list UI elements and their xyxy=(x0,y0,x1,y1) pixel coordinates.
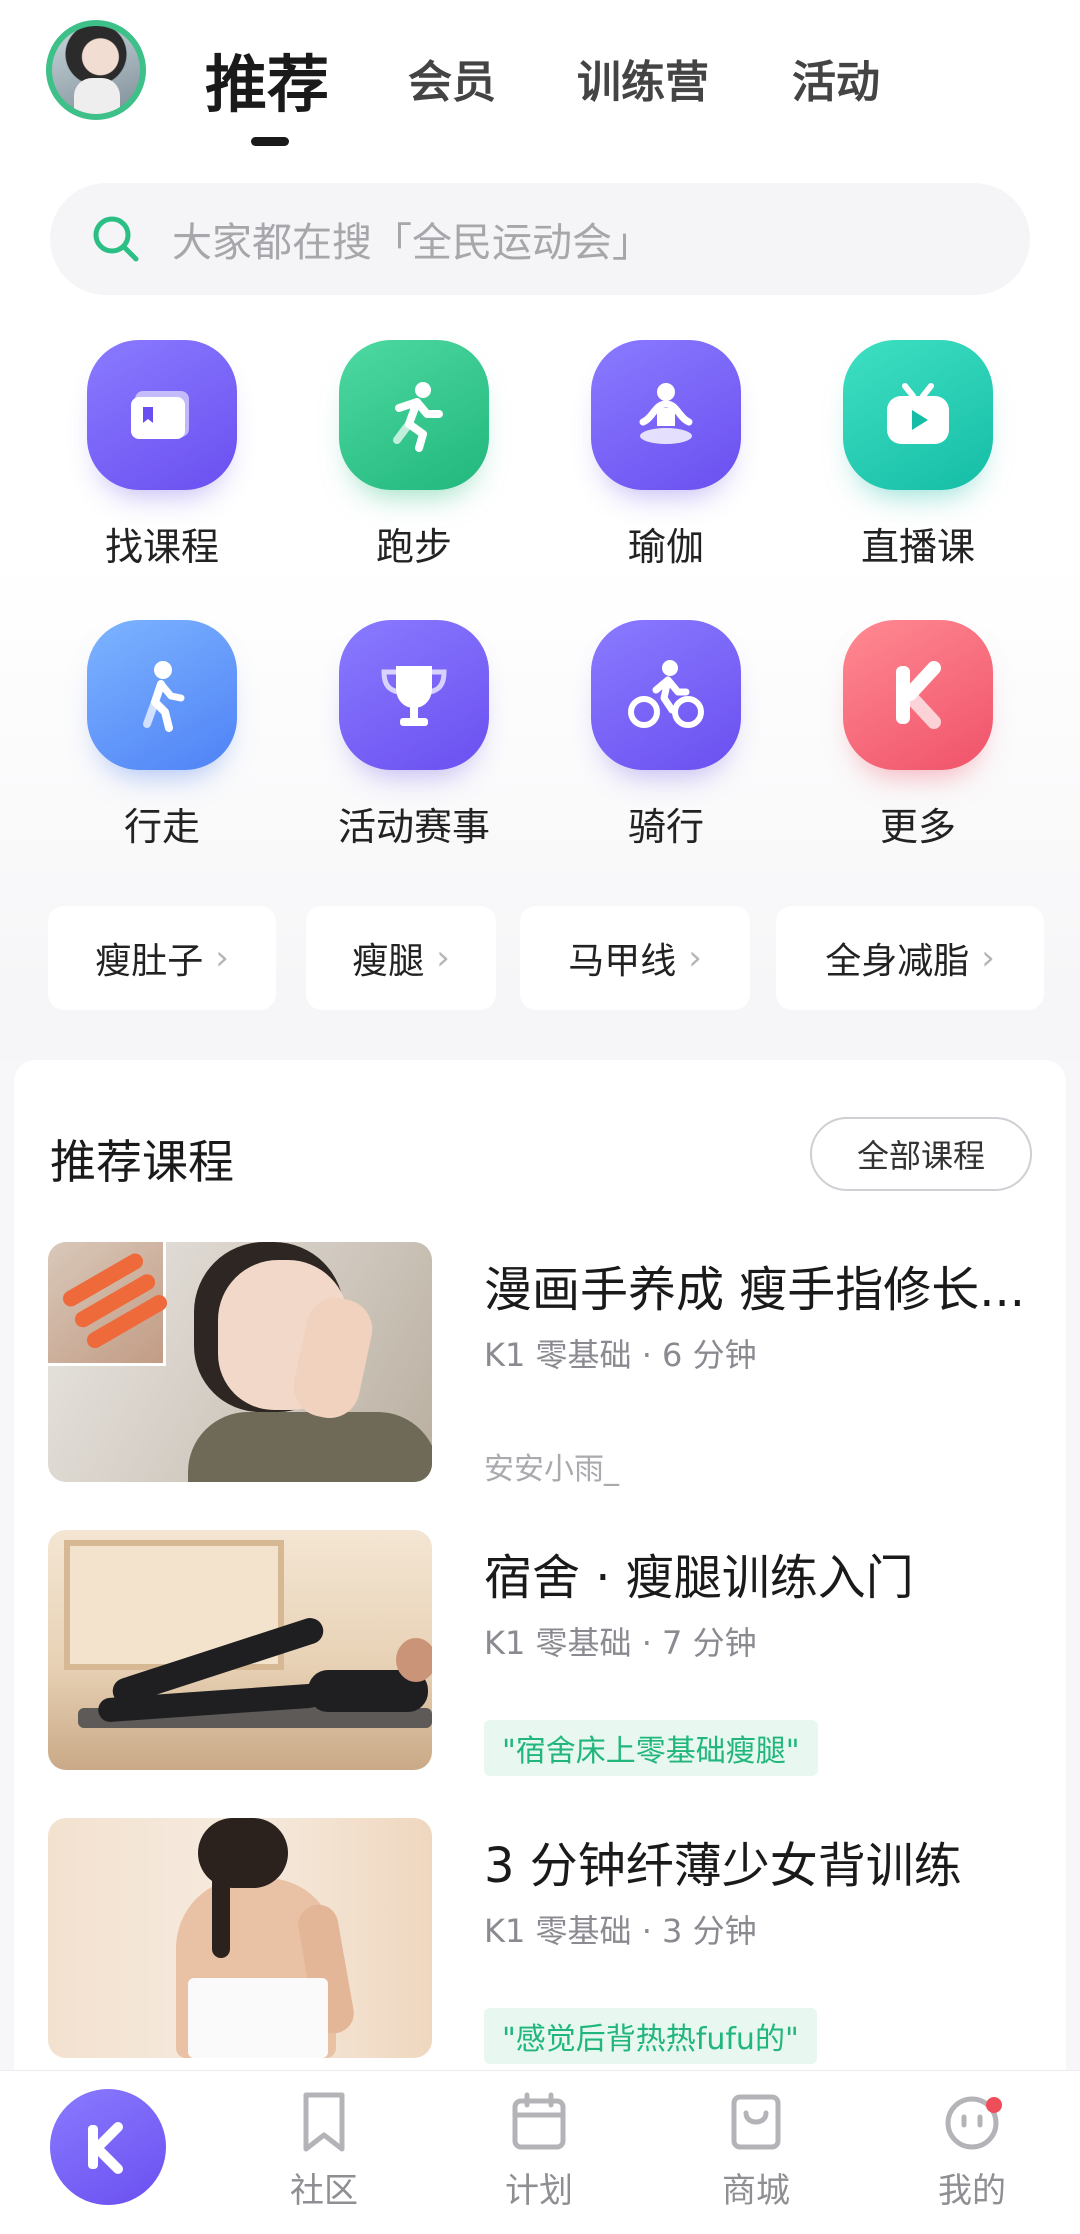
nav-plan[interactable]: 计划 xyxy=(469,2091,609,2212)
nav-label: 计划 xyxy=(505,2171,573,2211)
nav-profile[interactable]: 我的 xyxy=(902,2091,1042,2212)
course-card[interactable]: 漫画手养成 瘦手指修长... K1 零基础 · 6 分钟 安安小雨_ xyxy=(48,1242,1058,1487)
course-tag: "感觉后背热热fufu的" xyxy=(484,2008,817,2064)
chip-abs-line[interactable]: 马甲线 › xyxy=(520,906,750,1010)
course-title: 漫画手养成 瘦手指修长... xyxy=(484,1262,1026,1318)
cycling-icon xyxy=(591,620,741,770)
category-label: 瑜伽 xyxy=(627,525,704,569)
tab-activities[interactable]: 活动 xyxy=(792,46,880,110)
chip-label: 全身减脂 xyxy=(825,941,970,982)
category-label: 直播课 xyxy=(860,525,975,569)
chip-label: 瘦肚子 xyxy=(95,941,204,982)
category-label: 找课程 xyxy=(104,525,219,569)
chevron-right-icon: › xyxy=(688,938,702,978)
active-tab-indicator xyxy=(251,137,289,146)
section-title: 推荐课程 xyxy=(50,1135,234,1189)
chip-slim-legs[interactable]: 瘦腿 › xyxy=(306,906,496,1010)
tab-membership[interactable]: 会员 xyxy=(408,46,496,110)
calendar-icon xyxy=(512,2092,566,2150)
chevron-right-icon: › xyxy=(436,938,450,978)
category-label: 跑步 xyxy=(375,525,452,569)
bookmark-icon xyxy=(303,2092,345,2152)
nav-home-button[interactable] xyxy=(50,2089,166,2205)
running-icon xyxy=(339,340,489,490)
keep-logo-icon xyxy=(843,620,993,770)
shopping-bag-icon xyxy=(731,2094,781,2150)
chevron-right-icon: › xyxy=(215,938,229,978)
course-meta: K1 零基础 · 7 分钟 xyxy=(484,1624,757,1662)
category-find-course[interactable]: 找课程 xyxy=(62,340,262,580)
category-live-class[interactable]: 直播课 xyxy=(818,340,1018,580)
category-label: 行走 xyxy=(123,805,200,849)
category-more[interactable]: 更多 xyxy=(818,620,1018,860)
search-icon xyxy=(93,216,139,262)
category-cycling[interactable]: 骑行 xyxy=(566,620,766,860)
walking-icon xyxy=(87,620,237,770)
category-yoga[interactable]: 瑜伽 xyxy=(566,340,766,580)
category-label: 更多 xyxy=(879,805,956,849)
course-card-icon xyxy=(87,340,237,490)
category-walking[interactable]: 行走 xyxy=(62,620,262,860)
trophy-icon xyxy=(339,620,489,770)
nav-label: 我的 xyxy=(938,2171,1006,2211)
all-courses-button[interactable]: 全部课程 xyxy=(810,1117,1032,1191)
course-thumbnail xyxy=(48,1242,432,1482)
course-title: 3 分钟纤薄少女背训练 xyxy=(484,1838,962,1894)
search-bar[interactable]: 大家都在搜「全民运动会」 xyxy=(50,183,1030,295)
course-thumbnail xyxy=(48,1530,432,1770)
nav-community[interactable]: 社区 xyxy=(254,2091,394,2212)
chip-full-body[interactable]: 全身减脂 › xyxy=(776,906,1044,1010)
bottom-nav: 社区 计划 商城 我的 xyxy=(0,2070,1080,2234)
course-card[interactable]: 宿舍 · 瘦腿训练入门 K1 零基础 · 7 分钟 "宿舍床上零基础瘦腿" xyxy=(48,1530,1058,1776)
nav-label: 社区 xyxy=(290,2171,358,2211)
yoga-icon xyxy=(591,340,741,490)
course-meta: K1 零基础 · 6 分钟 xyxy=(484,1336,757,1374)
recommended-courses-section: 推荐课程 全部课程 漫画手养成 瘦手指修长... K1 零基础 · 6 分钟 安… xyxy=(14,1060,1066,2070)
course-title: 宿舍 · 瘦腿训练入门 xyxy=(484,1550,914,1606)
keep-logo-icon xyxy=(88,2122,123,2174)
course-thumbnail xyxy=(48,1818,432,2058)
nav-label: 商城 xyxy=(722,2171,790,2211)
course-tag: "宿舍床上零基础瘦腿" xyxy=(484,1720,818,1776)
chip-label: 马甲线 xyxy=(568,941,677,982)
notification-badge xyxy=(986,2097,1002,2113)
chevron-right-icon: › xyxy=(981,938,995,978)
course-meta: K1 零基础 · 3 分钟 xyxy=(484,1912,757,1950)
course-card[interactable]: 3 分钟纤薄少女背训练 K1 零基础 · 3 分钟 "感觉后背热热fufu的" xyxy=(48,1818,1058,2064)
user-avatar[interactable] xyxy=(46,20,146,120)
chip-label: 瘦腿 xyxy=(352,941,425,982)
category-label: 骑行 xyxy=(627,805,704,849)
category-running[interactable]: 跑步 xyxy=(314,340,514,580)
category-events[interactable]: 活动赛事 xyxy=(314,620,514,860)
chip-slim-belly[interactable]: 瘦肚子 › xyxy=(48,906,276,1010)
nav-shop[interactable]: 商城 xyxy=(686,2091,826,2212)
tab-training-camp[interactable]: 训练营 xyxy=(577,46,709,110)
course-author: 安安小雨_ xyxy=(484,1452,619,1487)
search-placeholder: 大家都在搜「全民运动会」 xyxy=(172,220,652,266)
tab-recommend[interactable]: 推荐 xyxy=(205,34,329,124)
category-label: 活动赛事 xyxy=(337,805,490,849)
live-tv-icon xyxy=(843,340,993,490)
